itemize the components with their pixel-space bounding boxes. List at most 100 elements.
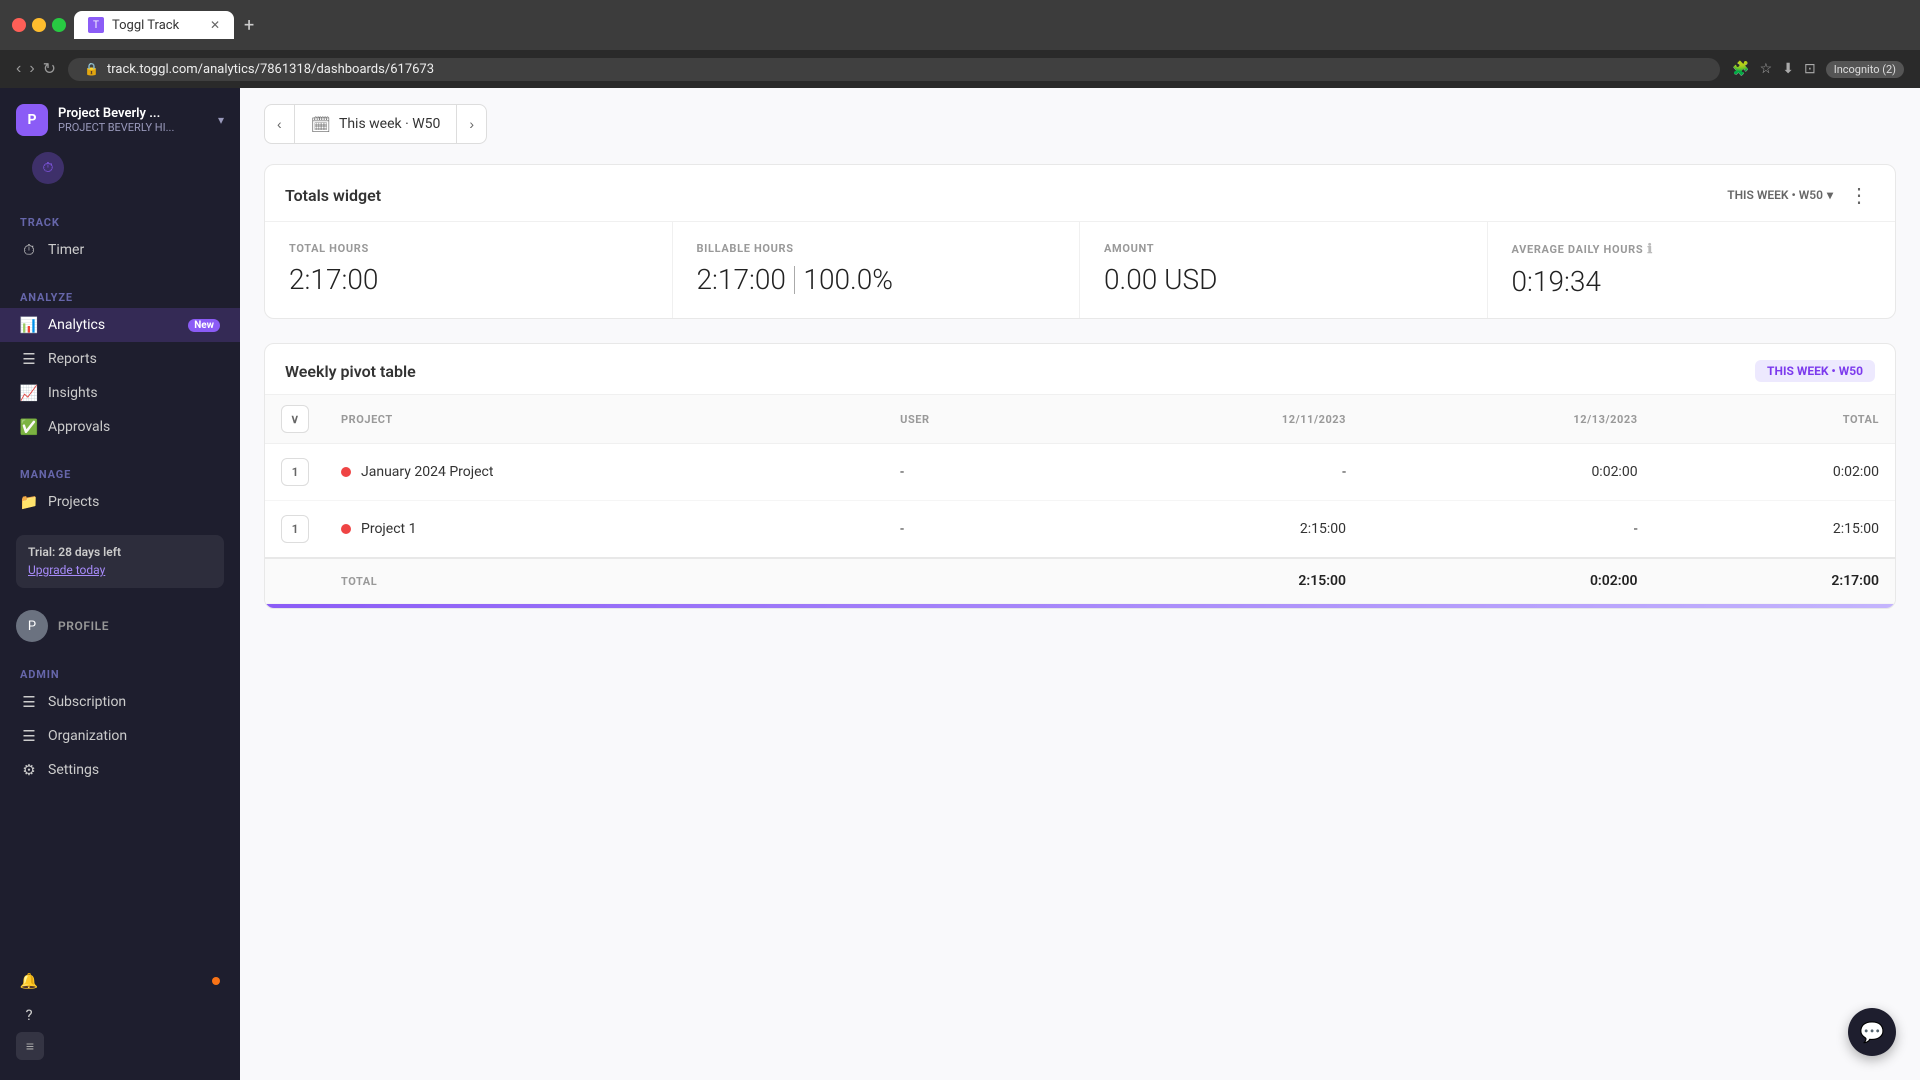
row2-project-cell: Project 1 <box>325 501 884 559</box>
row1-date2: 0:02:00 <box>1362 444 1654 501</box>
totals-period-chevron-icon: ▾ <box>1827 188 1833 202</box>
analytics-icon: 📊 <box>20 316 38 334</box>
incognito-badge: Incognito (2) <box>1826 61 1904 78</box>
prev-week-button[interactable]: ‹ <box>265 105 294 143</box>
url-bar[interactable]: 🔒 track.toggl.com/analytics/7861318/dash… <box>68 58 1720 81</box>
sidebar: P Project Beverly ... PROJECT BEVERLY HI… <box>0 88 240 1080</box>
profile-section: P PROFILE <box>0 600 240 652</box>
help-icon: ? <box>20 1006 38 1024</box>
sidebar-item-organization[interactable]: ☰ Organization <box>0 719 240 753</box>
totals-period-selector[interactable]: THIS WEEK • W50 ▾ <box>1727 188 1833 202</box>
row1-num: 1 <box>281 458 309 486</box>
track-section-label: TRACK <box>0 208 240 233</box>
row1-num-cell: 1 <box>265 444 325 501</box>
expand-all-button[interactable]: ∨ <box>281 405 309 433</box>
active-tab[interactable]: T Toggl Track ✕ <box>74 11 234 39</box>
approvals-icon: ✅ <box>20 418 38 436</box>
download-icon[interactable]: ⬇ <box>1782 61 1794 77</box>
profile-avatar[interactable]: P <box>16 610 48 642</box>
subscription-icon: ☰ <box>20 693 38 711</box>
content-area: Totals widget THIS WEEK • W50 ▾ ⋮ TOTAL … <box>240 144 1920 629</box>
admin-section-label: ADMIN <box>0 660 240 685</box>
analytics-new-badge: New <box>188 319 220 332</box>
week-navigator: ‹ 🗓 This week · W50 › <box>264 104 487 144</box>
calendar-icon: 🗓 <box>311 115 331 134</box>
sidebar-item-analytics[interactable]: 📊 Analytics New <box>0 308 240 342</box>
pivot-table-widget: Weekly pivot table THIS WEEK • W50 ∨ PRO… <box>264 343 1896 609</box>
row2-num-cell: 1 <box>265 501 325 559</box>
refresh-button[interactable]: ↻ <box>43 59 56 79</box>
maximize-window-button[interactable] <box>52 18 66 32</box>
row1-project-dot <box>341 467 351 477</box>
timer-orb[interactable]: ⏱ <box>32 152 64 184</box>
pivot-bottom-line <box>265 604 1895 608</box>
analyze-section-label: ANALYZE <box>0 283 240 308</box>
notification-dot <box>212 977 220 985</box>
row2-total: 2:15:00 <box>1654 501 1895 559</box>
profile-icon[interactable]: ⊡ <box>1804 61 1816 77</box>
amount-label: AMOUNT <box>1104 242 1463 255</box>
total-row-total: 2:17:00 <box>1654 558 1895 604</box>
col-expand: ∨ <box>265 395 325 444</box>
sidebar-item-reports[interactable]: ☰ Reports <box>0 342 240 376</box>
projects-label: Projects <box>48 494 220 510</box>
row1-user: - <box>884 444 1070 501</box>
workspace-sub: PROJECT BEVERLY HI... <box>58 121 208 134</box>
browser-actions: 🧩 ☆ ⬇ ⊡ Incognito (2) <box>1732 61 1904 78</box>
insights-label: Insights <box>48 385 220 401</box>
sidebar-item-insights[interactable]: 📈 Insights <box>0 376 240 410</box>
extensions-icon[interactable]: 🧩 <box>1732 61 1749 77</box>
forward-button[interactable]: › <box>29 60 34 78</box>
timer-label: Timer <box>48 242 220 258</box>
total-hours-value: 2:17:00 <box>289 263 648 296</box>
next-week-button[interactable]: › <box>457 105 486 143</box>
sidebar-collapse-button[interactable]: ≡ <box>16 1032 44 1060</box>
settings-icon: ⚙ <box>20 761 38 779</box>
sidebar-item-notifications[interactable]: 🔔 <box>0 964 240 998</box>
avg-daily-info-icon[interactable]: ℹ <box>1647 242 1653 257</box>
row2-project-dot <box>341 524 351 534</box>
billable-hours-value-row: 2:17:00 100.0% <box>697 263 1056 296</box>
sidebar-item-approvals[interactable]: ✅ Approvals <box>0 410 240 444</box>
table-row: 1 Project 1 - 2:15:00 - 2:15 <box>265 501 1895 559</box>
amount-cell: AMOUNT 0.00 USD <box>1080 222 1488 318</box>
sidebar-item-subscription[interactable]: ☰ Subscription <box>0 685 240 719</box>
total-row-label-cell: TOTAL <box>325 558 884 604</box>
col-project-header: PROJECT <box>325 395 884 444</box>
billable-hours-cell: BILLABLE HOURS 2:17:00 100.0% <box>673 222 1081 318</box>
new-tab-button[interactable]: + <box>238 15 260 36</box>
totals-grid: TOTAL HOURS 2:17:00 BILLABLE HOURS 2:17:… <box>265 222 1895 318</box>
total-hours-cell: TOTAL HOURS 2:17:00 <box>265 222 673 318</box>
minimize-window-button[interactable] <box>32 18 46 32</box>
reports-label: Reports <box>48 351 220 367</box>
upgrade-link[interactable]: Upgrade today <box>28 563 105 577</box>
tab-close-button[interactable]: ✕ <box>210 18 220 32</box>
sidebar-item-timer[interactable]: ⏱ Timer <box>0 233 240 267</box>
chat-button[interactable]: 💬 <box>1848 1008 1896 1056</box>
sidebar-item-help[interactable]: ? <box>0 998 240 1032</box>
total-row-date2: 0:02:00 <box>1362 558 1654 604</box>
workspace-selector[interactable]: P Project Beverly ... PROJECT BEVERLY HI… <box>16 104 224 136</box>
row2-date2: - <box>1362 501 1654 559</box>
bookmark-icon[interactable]: ☆ <box>1760 61 1773 77</box>
back-button[interactable]: ‹ <box>16 60 21 78</box>
col-date1-header: 12/11/2023 <box>1071 395 1363 444</box>
week-label-text: This week · W50 <box>339 116 440 132</box>
manage-section: MANAGE 📁 Projects <box>0 452 240 527</box>
approvals-label: Approvals <box>48 419 220 435</box>
sidebar-item-settings[interactable]: ⚙ Settings <box>0 753 240 787</box>
avg-daily-cell: AVERAGE DAILY HOURS ℹ 0:19:34 <box>1488 222 1896 318</box>
totals-more-button[interactable]: ⋮ <box>1843 181 1875 209</box>
totals-widget-header-right: THIS WEEK • W50 ▾ ⋮ <box>1727 181 1875 209</box>
workspace-chevron-icon: ▾ <box>218 113 224 127</box>
pivot-table-header: Weekly pivot table THIS WEEK • W50 <box>265 344 1895 394</box>
totals-widget-header: Totals widget THIS WEEK • W50 ▾ ⋮ <box>265 165 1895 222</box>
sidebar-item-projects[interactable]: 📁 Projects <box>0 485 240 519</box>
close-window-button[interactable] <box>12 18 26 32</box>
profile-label: PROFILE <box>58 619 109 633</box>
total-row-label: TOTAL <box>341 575 377 588</box>
organization-icon: ☰ <box>20 727 38 745</box>
avg-daily-label: AVERAGE DAILY HOURS ℹ <box>1512 242 1872 257</box>
bell-icon: 🔔 <box>20 972 38 990</box>
settings-label: Settings <box>48 762 220 778</box>
